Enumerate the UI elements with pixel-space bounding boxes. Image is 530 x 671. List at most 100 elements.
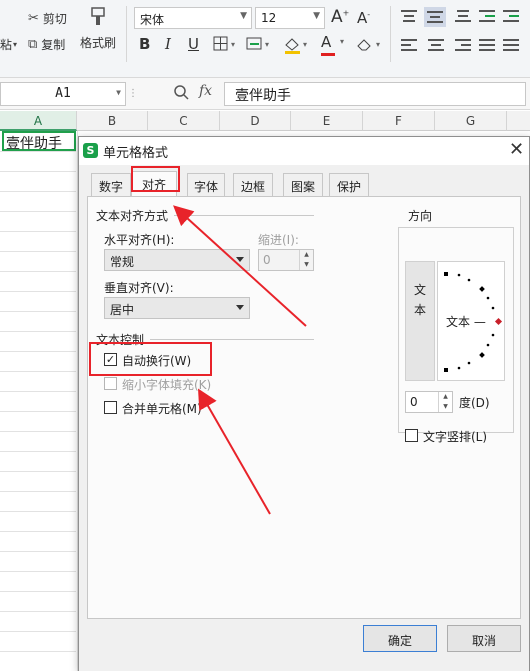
svg-text:▾: ▾ — [303, 40, 307, 49]
bold-label: B — [139, 35, 151, 53]
clear-button[interactable]: ▾ — [355, 36, 385, 56]
column-header-b[interactable]: B — [77, 111, 148, 131]
column-header-h[interactable] — [507, 111, 530, 131]
align-center-icon[interactable] — [427, 38, 445, 52]
indent-increase-icon[interactable] — [502, 9, 520, 23]
paint-brush-icon — [91, 7, 105, 25]
cut-label: 剪切 — [42, 12, 67, 26]
indent-stepper[interactable]: 0 ▲ ▼ — [258, 249, 314, 271]
cell-a1[interactable]: 壹伴助手 — [2, 131, 76, 152]
grid-line — [0, 491, 76, 492]
orientation-dial[interactable]: 文本 — — [437, 261, 505, 381]
column-header-e[interactable]: E — [291, 111, 363, 131]
paste-button[interactable]: 粘 ▾ — [0, 36, 17, 53]
underline-button[interactable]: U — [188, 35, 199, 53]
section-divider — [174, 215, 314, 216]
grid-line — [0, 171, 76, 172]
svg-text:▾: ▾ — [231, 40, 235, 49]
name-box[interactable]: A1 ▼ — [0, 82, 126, 106]
grid-line — [0, 371, 76, 372]
ok-label: 确定 — [387, 634, 412, 648]
cancel-button[interactable]: 取消 — [447, 625, 521, 652]
zoom-search-icon[interactable] — [172, 83, 190, 104]
column-header-a[interactable]: A — [0, 111, 77, 131]
indent-label: 缩进(I): — [258, 233, 299, 247]
stepper-up-icon[interactable]: ▲ — [300, 250, 313, 260]
bold-button[interactable]: B — [139, 35, 150, 53]
indent-value: 0 — [263, 253, 271, 267]
tab-label: 数字 — [98, 180, 123, 194]
dialog-titlebar[interactable]: S 单元格格式 ✕ — [79, 137, 529, 165]
degrees-stepper[interactable]: 0 ▲ ▼ — [405, 391, 453, 413]
formula-input[interactable]: 壹伴助手 — [224, 82, 526, 106]
fx-button[interactable]: fx — [199, 83, 212, 99]
column-header-d[interactable]: D — [220, 111, 291, 131]
chevron-down-icon: ▼ — [116, 88, 121, 97]
stepper-buttons[interactable]: ▲ ▼ — [299, 250, 313, 270]
align-right-icon[interactable] — [454, 38, 472, 52]
stepper-buttons[interactable]: ▲ ▼ — [438, 392, 452, 412]
tab-border[interactable]: 边框 — [233, 173, 273, 196]
chevron-down-icon: ▾ — [340, 37, 345, 46]
dialog-body: 数字 对齐 字体 边框 图案 保护 文本对齐方式 水平对齐(H): 缩进(I):… — [79, 165, 529, 671]
grid-line — [0, 251, 76, 252]
vertical-text-checkbox[interactable] — [405, 429, 418, 442]
column-letter: C — [179, 114, 188, 128]
borders-button[interactable]: ▾ — [213, 36, 239, 56]
grid-line — [0, 531, 76, 532]
vertical-align-label: 垂直对齐(V): — [104, 281, 174, 295]
indent-decrease-icon[interactable] — [478, 9, 496, 23]
align-top-icon[interactable] — [400, 9, 418, 23]
column-header-g[interactable]: G — [435, 111, 507, 131]
grow-font-button[interactable]: A+ — [331, 7, 349, 27]
italic-button[interactable]: I — [165, 35, 171, 53]
font-color-button[interactable]: A ▾ — [321, 33, 344, 56]
font-size-value: 12 — [261, 11, 277, 25]
tab-font[interactable]: 字体 — [187, 173, 225, 196]
horizontal-align-select[interactable]: 常规 — [104, 249, 250, 271]
shrink-font-button[interactable]: A- — [357, 9, 370, 27]
minus-icon: - — [367, 10, 371, 19]
align-left-icon[interactable] — [400, 38, 418, 52]
ok-button[interactable]: 确定 — [363, 625, 437, 652]
font-color-swatch — [321, 53, 335, 56]
stepper-down-icon[interactable]: ▼ — [439, 402, 452, 412]
fx-label: fx — [199, 83, 213, 99]
close-icon[interactable]: ✕ — [509, 139, 524, 160]
copy-label: 复制 — [41, 38, 66, 52]
copy-button[interactable]: ⧉ 复制 — [28, 36, 65, 53]
vertical-orientation-button[interactable]: 文本 — [405, 261, 435, 381]
shrink-to-fit-checkbox[interactable] — [104, 377, 117, 390]
font-name-select[interactable]: 宋体 ▼ — [134, 7, 252, 29]
grid-line — [0, 391, 76, 392]
grid-line — [0, 631, 76, 632]
stepper-up-icon[interactable]: ▲ — [439, 392, 452, 402]
cell-style-button[interactable]: ▾ — [246, 36, 274, 56]
vertical-align-value: 居中 — [110, 303, 135, 317]
formula-bar: A1 ▼ ⋮ fx 壹伴助手 — [0, 78, 530, 110]
shrink-to-fit-label: 缩小字体填充(K) — [122, 378, 212, 392]
format-cells-dialog: S 单元格格式 ✕ 数字 对齐 字体 边框 图案 保护 文本对齐方式 水平对齐(… — [78, 136, 530, 671]
column-header-f[interactable]: F — [363, 111, 435, 131]
distributed-align-icon[interactable] — [502, 38, 520, 52]
format-painter-button[interactable]: 格式刷 — [80, 6, 116, 51]
merge-cells-checkbox[interactable] — [104, 401, 117, 414]
align-middle-icon[interactable] — [424, 7, 446, 27]
tab-number[interactable]: 数字 — [91, 173, 131, 196]
tab-label: 字体 — [193, 180, 218, 194]
tab-label: 图案 — [290, 180, 315, 194]
vertical-align-select[interactable]: 居中 — [104, 297, 250, 319]
chevron-down-icon: ▾ — [13, 39, 18, 49]
eraser-icon: ▾ — [357, 39, 380, 51]
stepper-down-icon[interactable]: ▼ — [300, 260, 313, 270]
font-size-select[interactable]: 12 ▼ — [255, 7, 325, 29]
name-box-value: A1 — [55, 86, 71, 101]
fill-color-button[interactable]: ▾ — [283, 36, 311, 58]
align-bottom-icon[interactable] — [454, 9, 472, 23]
tab-protection[interactable]: 保护 — [329, 173, 369, 196]
tab-pattern[interactable]: 图案 — [283, 173, 323, 196]
cut-button[interactable]: ✂ 剪切 — [28, 10, 67, 27]
justify-icon[interactable] — [478, 38, 496, 52]
orientation-section-title: 方向 — [406, 207, 435, 224]
column-header-c[interactable]: C — [148, 111, 220, 131]
